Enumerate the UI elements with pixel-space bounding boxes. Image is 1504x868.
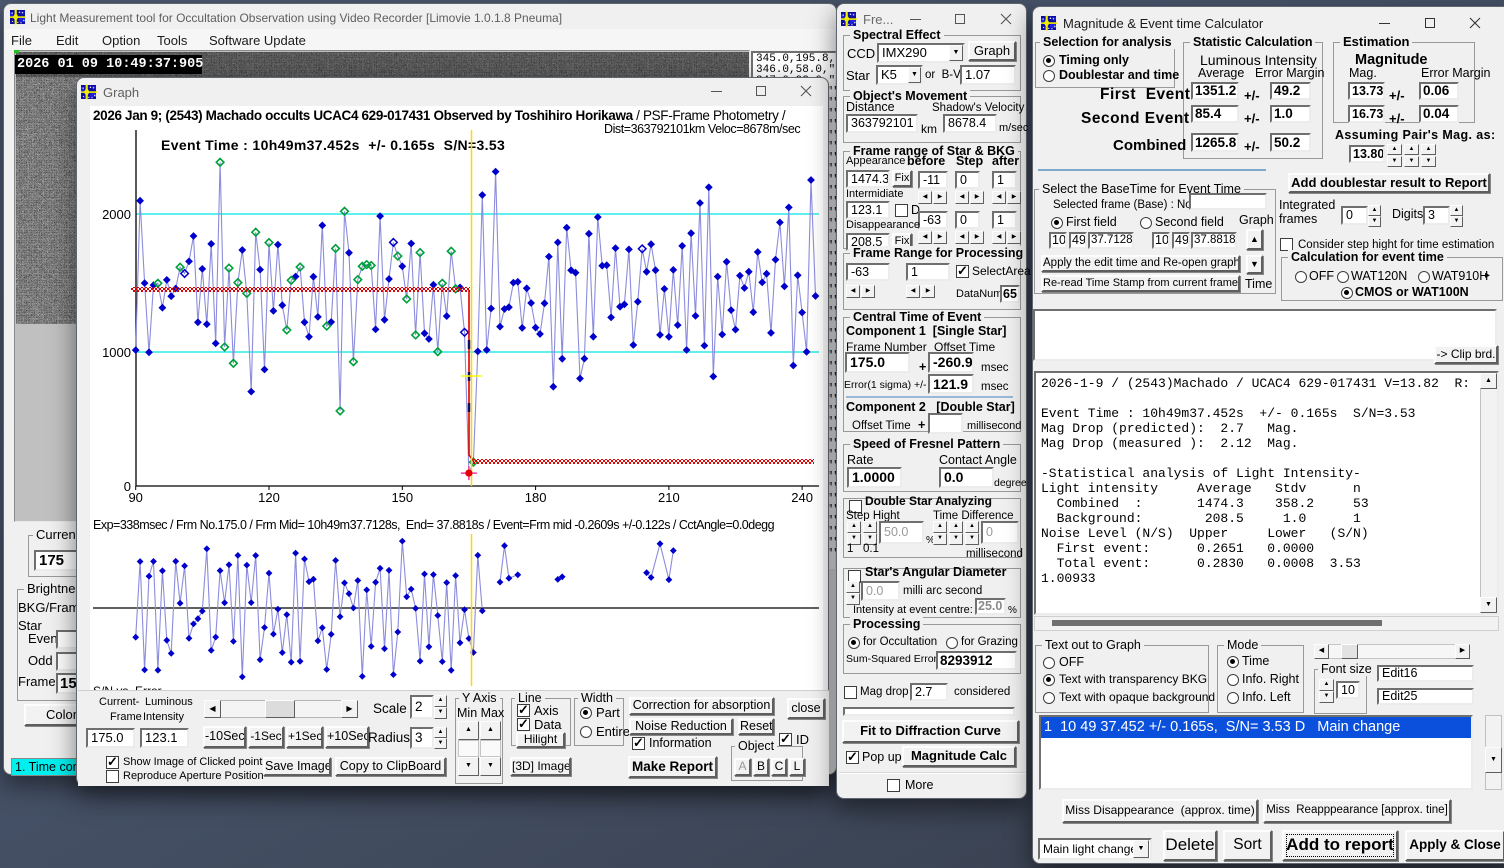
svg-text:90: 90 [128, 490, 142, 505]
svg-text:150: 150 [391, 490, 413, 505]
svg-text:240: 240 [791, 490, 813, 505]
svg-text:180: 180 [525, 490, 547, 505]
svg-text:120: 120 [258, 490, 280, 505]
svg-text:2000: 2000 [102, 207, 131, 222]
svg-text:1000: 1000 [102, 345, 131, 360]
svg-text:210: 210 [658, 490, 680, 505]
